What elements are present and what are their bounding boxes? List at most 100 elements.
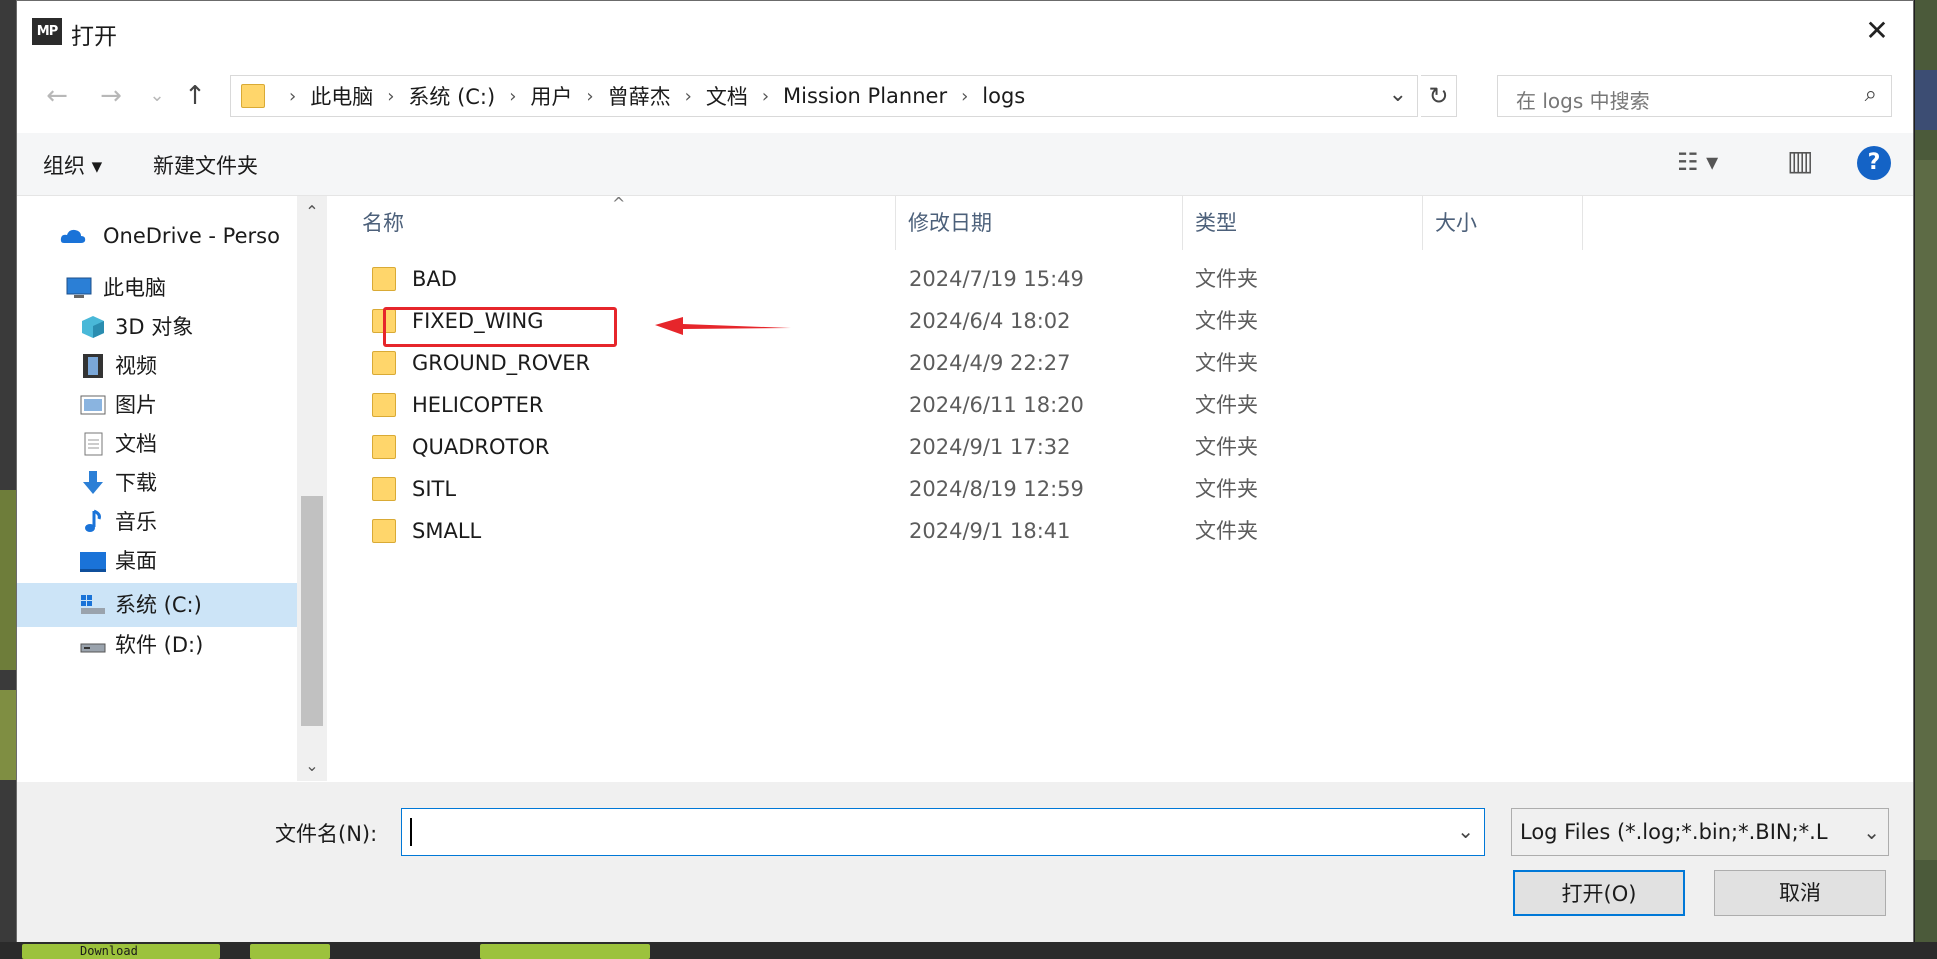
breadcrumb-item[interactable]: Mission Planner <box>783 84 947 108</box>
breadcrumb-separator-icon[interactable]: › <box>509 86 516 107</box>
search-box[interactable]: 在 logs 中搜索 ⌕ <box>1497 75 1892 117</box>
column-header-modified[interactable]: 修改日期 <box>896 196 1183 250</box>
cloud-icon <box>60 229 86 243</box>
file-type: 文件夹 <box>1195 267 1258 291</box>
filename-dropdown-chevron-icon[interactable]: ⌄ <box>1457 819 1474 843</box>
column-header-type[interactable]: 类型 <box>1183 196 1423 250</box>
sidebar-item-documents[interactable]: 文档 <box>17 422 297 466</box>
file-type: 文件夹 <box>1195 351 1258 375</box>
close-button[interactable]: ✕ <box>1857 13 1897 49</box>
filename-field[interactable]: ⌄ <box>401 808 1485 856</box>
breadcrumb-item[interactable]: 用户 <box>530 81 572 111</box>
sidebar-item-pictures[interactable]: 图片 <box>17 383 297 427</box>
list-item[interactable]: SITL 2024/8/19 12:59 文件夹 <box>350 468 1550 510</box>
help-icon[interactable]: ? <box>1857 146 1891 180</box>
sidebar-item-downloads[interactable]: 下载 <box>17 461 297 505</box>
sidebar-item-label: 音乐 <box>115 510 157 534</box>
open-file-dialog: MP 打开 ✕ ← → ⌄ ↑ › 此电脑 › 系统 (C:) › 用户 › 曾… <box>16 0 1914 942</box>
breadcrumb-separator-icon[interactable]: › <box>762 86 769 107</box>
file-name: SITL <box>412 477 457 501</box>
filename-label: 文件名(N): <box>275 822 378 846</box>
file-type-filter-select[interactable]: Log Files (*.log;*.bin;*.BIN;*.L ⌄ <box>1511 808 1889 856</box>
music-note-icon <box>85 509 101 532</box>
column-header-size[interactable]: 大小 <box>1423 196 1583 250</box>
organize-menu-button[interactable]: 组织 ▾ <box>43 150 102 180</box>
file-modified: 2024/7/19 15:49 <box>909 267 1084 291</box>
sidebar-item-this-pc[interactable]: 此电脑 <box>17 266 297 310</box>
file-modified: 2024/6/11 18:20 <box>909 393 1084 417</box>
recent-locations-chevron-icon[interactable]: ⌄ <box>139 79 175 113</box>
navigation-pane: OneDrive - Perso 此电脑 3D 对象 视频 图片 文档 下载 音… <box>17 196 327 781</box>
up-arrow-icon[interactable]: ↑ <box>177 79 213 113</box>
file-modified: 2024/9/1 17:32 <box>909 435 1071 459</box>
breadcrumb-item[interactable]: logs <box>982 84 1025 108</box>
title-bar: MP 打开 ✕ <box>17 1 1913 61</box>
file-name: QUADROTOR <box>412 435 550 459</box>
search-input[interactable]: 在 logs 中搜索 <box>1516 85 1650 114</box>
sidebar-item-label: 软件 (D:) <box>115 633 204 657</box>
background-map <box>1915 160 1937 860</box>
new-folder-button[interactable]: 新建文件夹 <box>153 150 258 180</box>
scrollbar-thumb[interactable] <box>301 496 323 726</box>
background-panel <box>0 490 16 670</box>
list-item[interactable]: SMALL 2024/9/1 18:41 文件夹 <box>350 510 1550 552</box>
background-panel <box>0 690 16 780</box>
file-list: ^ 名称 修改日期 类型 大小 BAD 2024/7/19 15:49 文件夹 … <box>350 194 1890 781</box>
file-name: GROUND_ROVER <box>412 351 591 375</box>
list-item[interactable]: BAD 2024/7/19 15:49 文件夹 <box>350 258 1550 300</box>
scroll-up-icon[interactable]: ⌃ <box>297 202 327 221</box>
refresh-icon[interactable]: ↻ <box>1421 75 1457 117</box>
breadcrumb-item[interactable]: 此电脑 <box>310 81 373 111</box>
text-caret <box>410 818 412 846</box>
address-bar[interactable]: › 此电脑 › 系统 (C:) › 用户 › 曾薛杰 › 文档 › Missio… <box>230 75 1418 117</box>
scroll-down-icon[interactable]: ⌄ <box>297 756 327 775</box>
breadcrumb-item[interactable]: 系统 (C:) <box>408 81 495 111</box>
back-arrow-icon[interactable]: ← <box>39 79 75 113</box>
address-dropdown-chevron-icon[interactable]: ⌄ <box>1389 82 1407 107</box>
sidebar-item-system-c[interactable]: 系统 (C:) <box>17 583 297 627</box>
filter-dropdown-chevron-icon[interactable]: ⌄ <box>1863 809 1880 855</box>
change-view-icon[interactable]: ☷ ▾ <box>1677 148 1718 176</box>
drive-icon <box>80 643 106 653</box>
sidebar-item-label: 文档 <box>115 432 157 456</box>
file-modified: 2024/9/1 18:41 <box>909 519 1071 543</box>
sidebar-item-label: 桌面 <box>115 549 157 573</box>
file-name: HELICOPTER <box>412 393 544 417</box>
folder-icon <box>372 435 396 459</box>
cancel-button[interactable]: 取消 <box>1714 870 1886 916</box>
preview-pane-icon[interactable]: ▥ <box>1787 144 1813 177</box>
file-name: SMALL <box>412 519 482 543</box>
sidebar-item-desktop[interactable]: 桌面 <box>17 539 297 583</box>
list-item[interactable]: QUADROTOR 2024/9/1 17:32 文件夹 <box>350 426 1550 468</box>
file-modified: 2024/4/9 22:27 <box>909 351 1071 375</box>
list-item[interactable]: HELICOPTER 2024/6/11 18:20 文件夹 <box>350 384 1550 426</box>
background-panel <box>1915 70 1937 130</box>
breadcrumb-separator-icon[interactable]: › <box>961 86 968 107</box>
breadcrumb-separator-icon[interactable]: › <box>586 86 593 107</box>
list-item[interactable]: GROUND_ROVER 2024/4/9 22:27 文件夹 <box>350 342 1550 384</box>
sidebar-item-label: 3D 对象 <box>115 315 194 339</box>
folder-icon <box>372 267 396 291</box>
search-icon[interactable]: ⌕ <box>1865 82 1877 107</box>
open-button[interactable]: 打开(O) <box>1513 870 1685 916</box>
breadcrumb-item[interactable]: 文档 <box>706 81 748 111</box>
sidebar-item-onedrive[interactable]: OneDrive - Perso <box>17 214 297 258</box>
file-modified: 2024/8/19 12:59 <box>909 477 1084 501</box>
folder-icon <box>372 519 396 543</box>
sidebar-item-label: 图片 <box>115 393 157 417</box>
folder-icon <box>241 84 265 108</box>
sidebar-item-music[interactable]: 音乐 <box>17 500 297 544</box>
breadcrumb-separator-icon[interactable]: › <box>685 86 692 107</box>
sidebar-item-label: 此电脑 <box>103 276 166 300</box>
sidebar-item-label: 系统 (C:) <box>115 593 202 617</box>
window-title: 打开 <box>71 24 117 50</box>
sidebar-item-3d-objects[interactable]: 3D 对象 <box>17 305 297 349</box>
forward-arrow-icon[interactable]: → <box>93 79 129 113</box>
sidebar-item-videos[interactable]: 视频 <box>17 344 297 388</box>
column-header-name[interactable]: 名称 <box>350 196 896 250</box>
sidebar-item-software-d[interactable]: 软件 (D:) <box>17 623 297 667</box>
file-type: 文件夹 <box>1195 393 1258 417</box>
breadcrumb-separator-icon[interactable]: › <box>387 86 394 107</box>
breadcrumb-item[interactable]: 曾薛杰 <box>608 81 671 111</box>
navigation-scrollbar[interactable]: ⌃ ⌄ <box>297 196 327 781</box>
